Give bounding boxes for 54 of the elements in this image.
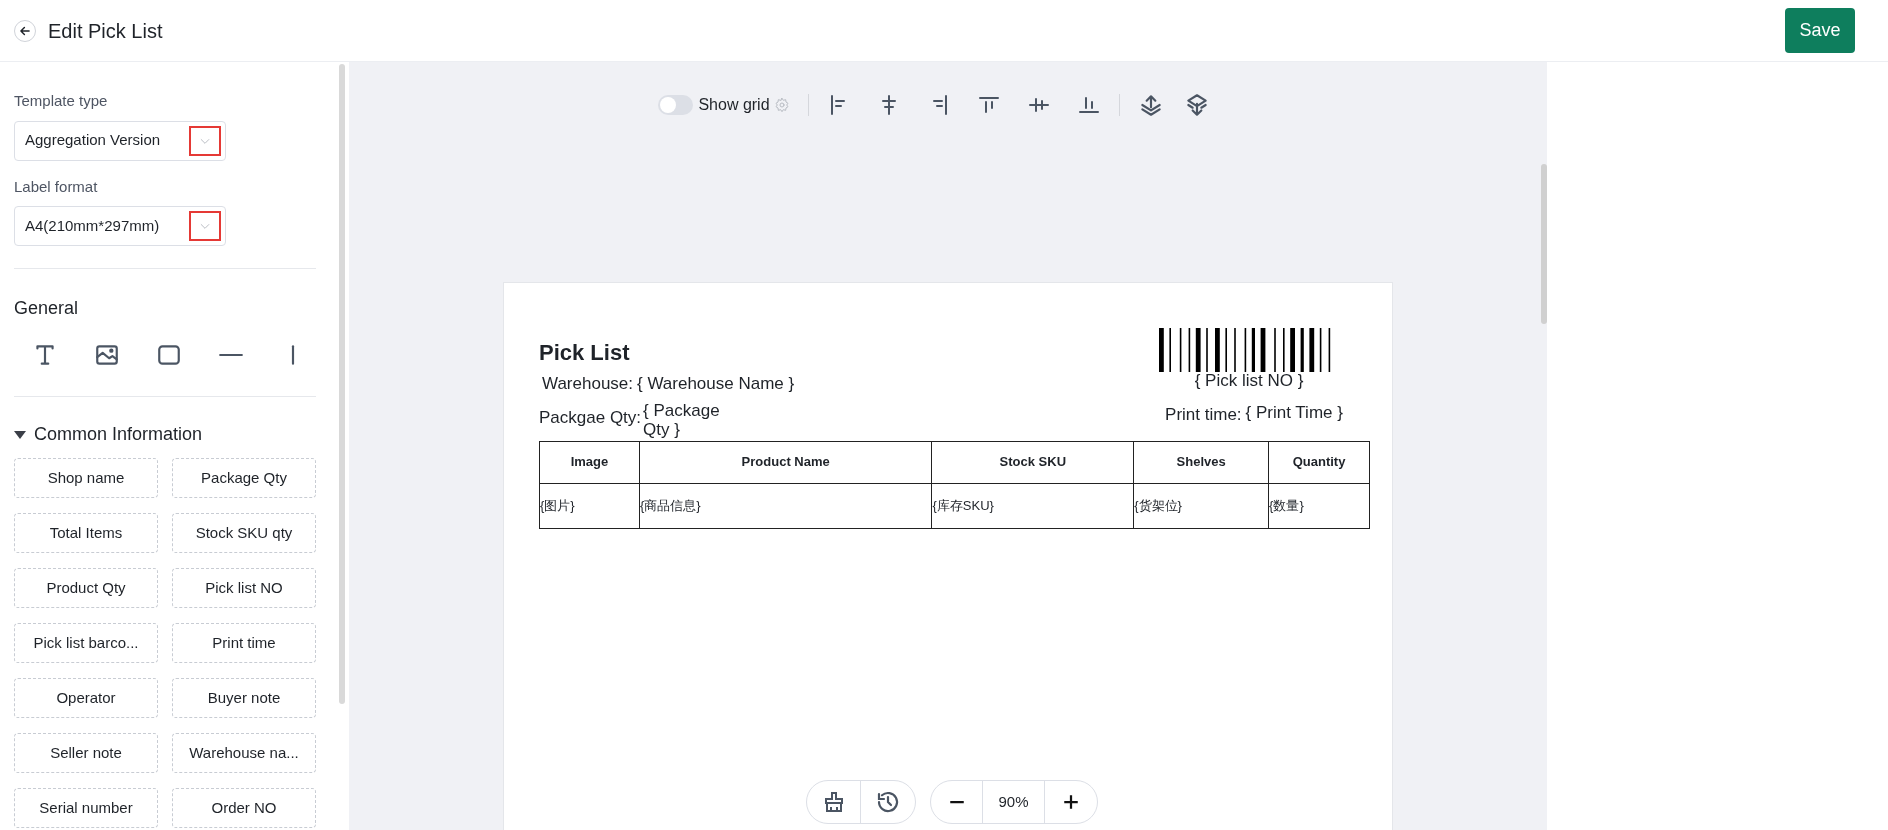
field-label: Label format <box>14 176 99 197</box>
field-label: Template type <box>14 91 109 111</box>
column-header: Image <box>539 441 640 483</box>
page-title: Edit Pick List <box>48 18 163 44</box>
rectangle-tool-icon[interactable] <box>156 342 182 368</box>
section-header[interactable]: Common Information <box>14 421 203 448</box>
field-chip[interactable]: Warehouse na... <box>172 733 316 773</box>
dropdown-value: Aggregation Version <box>25 130 161 151</box>
field-label: Print time: <box>1165 404 1242 426</box>
field-label: Warehouse: <box>542 373 634 395</box>
dropdown[interactable]: Aggregation Version <box>14 120 226 161</box>
field-chip[interactable]: Product Qty <box>14 568 158 608</box>
column-header: Quantity <box>1268 441 1370 483</box>
history-icon[interactable] <box>876 790 900 814</box>
zoom-value: 90% <box>983 781 1045 823</box>
field-chip[interactable]: Shop name <box>14 458 158 498</box>
scrollbar[interactable] <box>339 64 345 704</box>
field-chip[interactable]: Seller note <box>14 733 158 773</box>
column-header: Shelves <box>1133 441 1269 483</box>
field-chip[interactable]: Print time <box>172 623 316 663</box>
plus-icon[interactable] <box>1062 793 1080 811</box>
dropdown[interactable]: A4(210mm*297mm) <box>14 206 226 246</box>
placeholder-text: { Warehouse Name } <box>637 373 795 395</box>
chevron-down-icon[interactable] <box>189 125 221 156</box>
label-title: Pick List <box>539 339 631 367</box>
field-label: Packgae Qty: <box>539 406 642 429</box>
field-chip[interactable]: Order NO <box>172 788 316 828</box>
save-button[interactable]: Save <box>1785 8 1855 53</box>
field-chip[interactable]: Pick list NO <box>172 568 316 608</box>
toggle-switch[interactable] <box>658 95 694 115</box>
field-chip[interactable]: Buyer note <box>172 678 316 718</box>
image-tool-icon[interactable] <box>94 342 120 368</box>
field-chip[interactable]: Operator <box>14 678 158 718</box>
column-header: Stock SKU <box>932 441 1134 483</box>
field-chip[interactable]: Serial number <box>14 788 158 828</box>
table-cell: {货架位} <box>1133 483 1269 528</box>
placeholder-text: { Package Qty } <box>643 400 721 439</box>
field-chip[interactable]: Stock SKU qty <box>172 513 316 553</box>
dropdown-value: A4(210mm*297mm) <box>25 215 160 236</box>
scrollbar[interactable] <box>1541 164 1547 324</box>
field-chip[interactable]: Package Qty <box>172 458 316 498</box>
barcode-text: { Pick list NO } <box>1194 372 1304 390</box>
field-chip[interactable]: Total Items <box>14 513 158 553</box>
table-cell: {库存SKU} <box>932 483 1134 528</box>
placeholder-text: { Print Time } <box>1245 402 1343 424</box>
table-cell: {图片} <box>539 483 640 528</box>
column-header: Product Name <box>639 441 932 483</box>
toggle-label: Show grid <box>698 95 770 115</box>
chevron-down-icon[interactable] <box>189 211 221 241</box>
table-cell: {数量} <box>1268 483 1370 528</box>
table-cell: {商品信息} <box>639 483 932 528</box>
caret-down-icon[interactable] <box>14 429 26 440</box>
field-chip[interactable]: Pick list barco... <box>14 623 158 663</box>
section-title: General <box>14 297 80 320</box>
